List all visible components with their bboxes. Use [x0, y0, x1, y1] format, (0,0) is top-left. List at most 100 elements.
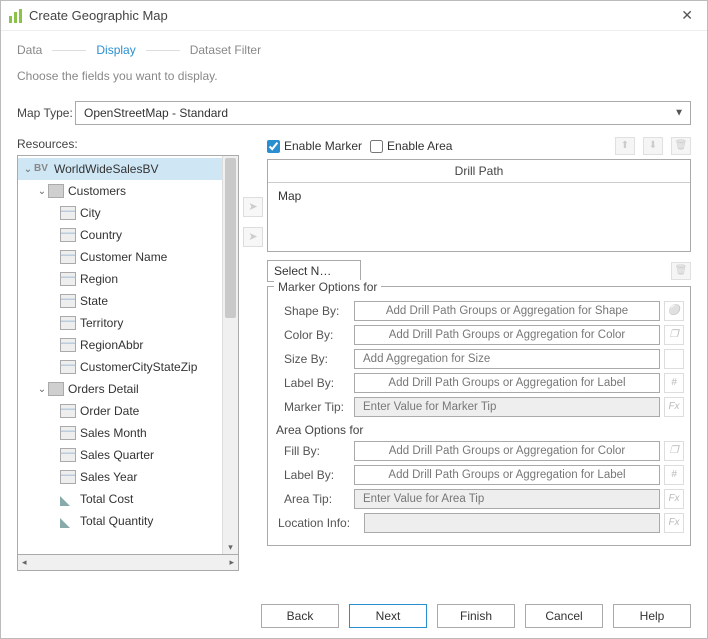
area-tip-fx-button[interactable]: Fx	[664, 489, 684, 509]
add-to-options-button[interactable]: ➤	[243, 227, 263, 247]
marker-label-by-field[interactable]: Add Drill Path Groups or Aggregation for…	[354, 373, 660, 393]
field-icon	[60, 206, 76, 220]
tree-field[interactable]: Territory	[18, 312, 222, 334]
tab-display[interactable]: Display	[94, 41, 137, 59]
size-by-field[interactable]: Add Aggregation for Size	[354, 349, 660, 369]
next-button[interactable]: Next	[349, 604, 427, 628]
collapse-icon[interactable]: ⌄	[22, 164, 34, 175]
area-label-by-field[interactable]: Add Drill Path Groups or Aggregation for…	[354, 465, 660, 485]
color-by-label: Color By:	[274, 328, 354, 342]
marker-tip-label: Marker Tip:	[274, 400, 354, 414]
enable-marker-input[interactable]	[267, 140, 280, 153]
tree-root-label: WorldWideSalesBV	[54, 162, 158, 176]
color-by-field[interactable]: Add Drill Path Groups or Aggregation for…	[354, 325, 660, 345]
tree-field-label: Total Cost	[80, 492, 133, 506]
area-label-by-label: Label By:	[274, 468, 354, 482]
tree-field-label: Sales Month	[80, 426, 147, 440]
businessview-icon: BV	[34, 162, 50, 176]
size-config-button[interactable]	[664, 349, 684, 369]
collapse-icon[interactable]: ⌄	[36, 384, 48, 395]
field-icon	[60, 228, 76, 242]
tree-root[interactable]: ⌄ BV WorldWideSalesBV	[18, 158, 222, 180]
field-icon	[60, 338, 76, 352]
area-options-legend: Area Options for	[268, 419, 690, 439]
fill-by-label: Fill By:	[274, 444, 354, 458]
delete-drill-button[interactable]: 🗑	[671, 137, 691, 155]
chevron-down-icon: ▼	[674, 108, 684, 119]
resources-tree: ⌄ BV WorldWideSalesBV ⌄ Customers City C…	[17, 155, 239, 555]
map-type-label: Map Type:	[17, 106, 75, 120]
field-icon	[60, 272, 76, 286]
delete-select-button[interactable]: 🗑	[671, 262, 691, 280]
field-icon	[60, 470, 76, 484]
tree-field[interactable]: Order Date	[18, 400, 222, 422]
tree-field[interactable]: Sales Quarter	[18, 444, 222, 466]
drill-path-body[interactable]: Map	[268, 183, 690, 251]
finish-button[interactable]: Finish	[437, 604, 515, 628]
tree-field[interactable]: Total Cost	[18, 488, 222, 510]
tree-field[interactable]: Total Quantity	[18, 510, 222, 532]
tree-field[interactable]: Region	[18, 268, 222, 290]
window-title: Create Geographic Map	[29, 8, 675, 23]
tree-field[interactable]: Sales Month	[18, 422, 222, 444]
tree-group[interactable]: ⌄ Customers	[18, 180, 222, 202]
select-n-dropdown[interactable]: Select N…	[267, 260, 361, 282]
aggregate-icon	[60, 492, 76, 506]
location-info-label: Location Info:	[274, 516, 364, 530]
wizard-footer: Back Next Finish Cancel Help	[261, 604, 691, 628]
vertical-scrollbar[interactable]: ▴ ▾	[222, 156, 238, 554]
tree-field[interactable]: Country	[18, 224, 222, 246]
tree-group[interactable]: ⌄ Orders Detail	[18, 378, 222, 400]
move-up-button[interactable]: ⬆	[615, 137, 635, 155]
fill-by-field[interactable]: Add Drill Path Groups or Aggregation for…	[354, 441, 660, 461]
marker-label-format-button[interactable]: #	[664, 373, 684, 393]
field-icon	[60, 404, 76, 418]
scroll-right-icon[interactable]: ▸	[229, 557, 234, 568]
shape-picker-button[interactable]: ⚪	[664, 301, 684, 321]
scroll-left-icon[interactable]: ◂	[22, 557, 27, 568]
marker-options-legend: Marker Options for	[274, 280, 381, 294]
scroll-down-icon[interactable]: ▾	[223, 542, 238, 553]
tree-field-label: State	[80, 294, 108, 308]
area-tip-field[interactable]: Enter Value for Area Tip	[354, 489, 660, 509]
location-info-field[interactable]	[364, 513, 660, 533]
shape-by-field[interactable]: Add Drill Path Groups or Aggregation for…	[354, 301, 660, 321]
map-type-select[interactable]: OpenStreetMap - Standard ▼	[75, 101, 691, 125]
tree-field[interactable]: CustomerCityStateZip	[18, 356, 222, 378]
enable-area-input[interactable]	[370, 140, 383, 153]
move-down-button[interactable]: ⬇	[643, 137, 663, 155]
tree-field-label: CustomerCityStateZip	[80, 360, 197, 374]
tree-field[interactable]: RegionAbbr	[18, 334, 222, 356]
tab-dataset-filter[interactable]: Dataset Filter	[188, 41, 263, 59]
help-button[interactable]: Help	[613, 604, 691, 628]
close-icon[interactable]: ✕	[675, 5, 699, 26]
cancel-button[interactable]: Cancel	[525, 604, 603, 628]
tree-field[interactable]: Customer Name	[18, 246, 222, 268]
drill-path-header: Drill Path	[268, 160, 690, 183]
tree-field-label: Customer Name	[80, 250, 167, 264]
tree-group-label: Customers	[68, 184, 126, 198]
back-button[interactable]: Back	[261, 604, 339, 628]
area-tip-label: Area Tip:	[274, 492, 354, 506]
location-fx-button[interactable]: Fx	[664, 513, 684, 533]
horizontal-scrollbar[interactable]: ◂ ▸	[17, 555, 239, 571]
scroll-thumb[interactable]	[225, 158, 236, 318]
collapse-icon[interactable]: ⌄	[36, 186, 48, 197]
area-label-format-button[interactable]: #	[664, 465, 684, 485]
tree-field[interactable]: State	[18, 290, 222, 312]
marker-tip-fx-button[interactable]: Fx	[664, 397, 684, 417]
fill-color-picker-button[interactable]: ❐	[664, 441, 684, 461]
tree-field[interactable]: Sales Year	[18, 466, 222, 488]
enable-area-checkbox[interactable]: Enable Area	[370, 139, 452, 153]
enable-area-label: Enable Area	[387, 139, 452, 153]
resources-label: Resources:	[17, 137, 239, 151]
add-to-drill-button[interactable]: ➤	[243, 197, 263, 217]
transfer-buttons: ➤ ➤	[239, 137, 267, 571]
size-by-label: Size By:	[274, 352, 354, 366]
tab-data[interactable]: Data	[15, 41, 44, 59]
marker-tip-field[interactable]: Enter Value for Marker Tip	[354, 397, 660, 417]
map-type-value: OpenStreetMap - Standard	[84, 106, 228, 120]
color-picker-button[interactable]: ❐	[664, 325, 684, 345]
enable-marker-checkbox[interactable]: Enable Marker	[267, 139, 362, 153]
tree-field[interactable]: City	[18, 202, 222, 224]
